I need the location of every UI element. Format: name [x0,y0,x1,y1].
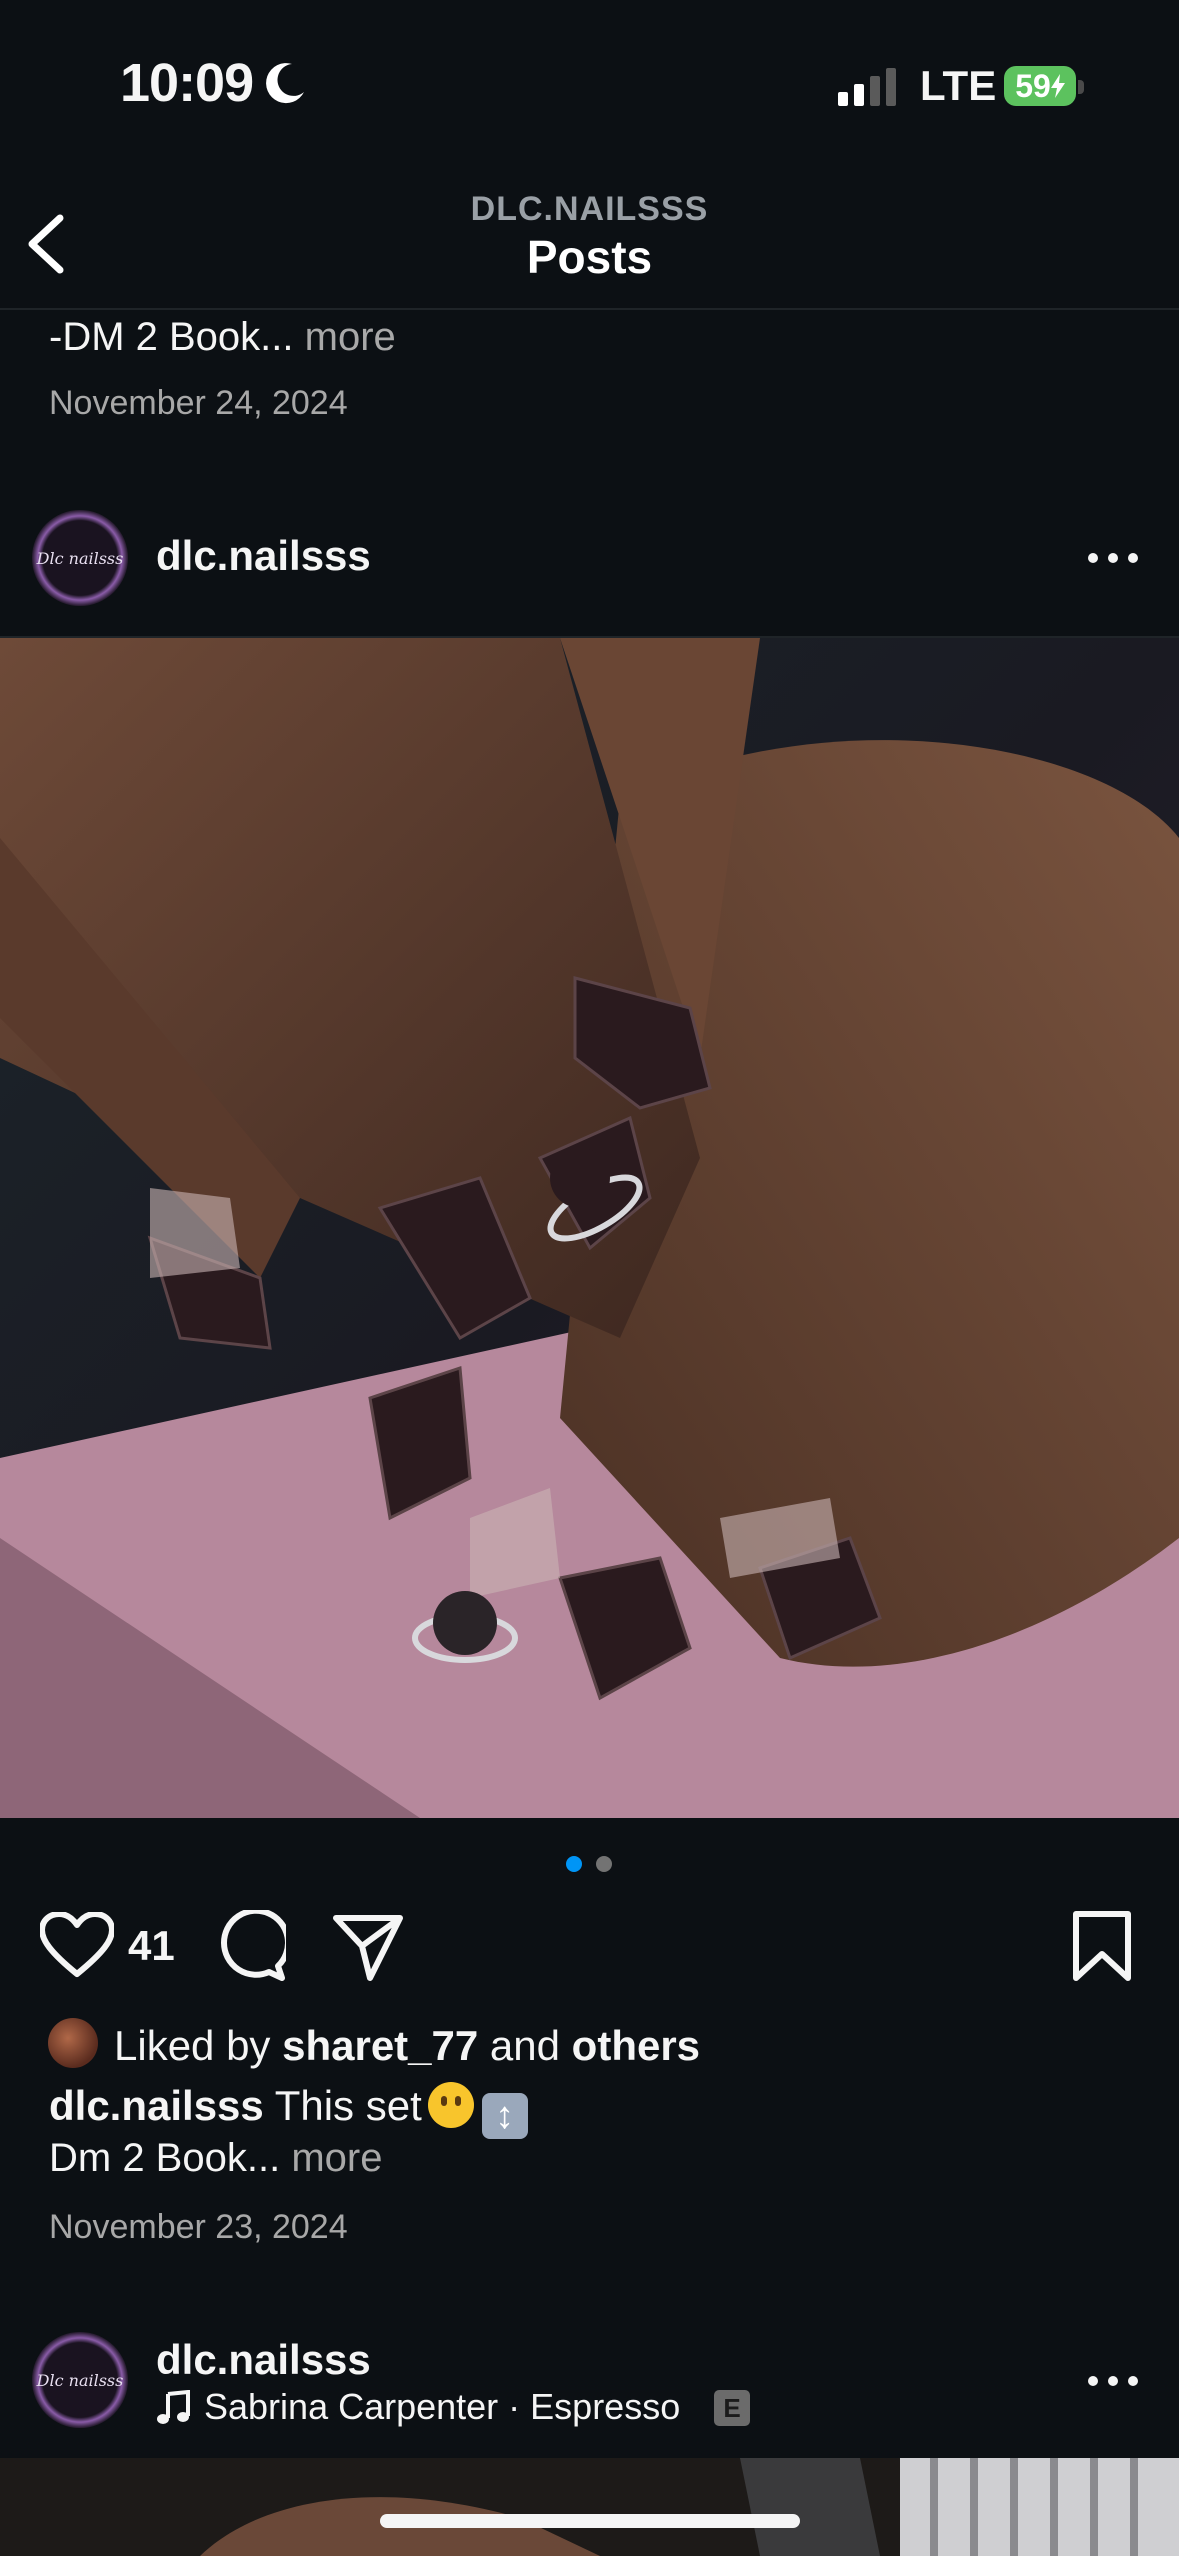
previous-caption-text: -DM 2 Book... [49,315,294,359]
home-indicator[interactable] [380,2514,800,2528]
caption-text: This set [274,2082,422,2129]
bookmark-icon[interactable] [1070,1910,1134,1982]
avatar-logo-text: Dlc nailsss [36,2370,124,2390]
liker-avatar[interactable] [48,2018,98,2068]
moon-icon [266,63,304,104]
explicit-badge: E [714,2390,750,2426]
network-type: LTE [920,62,997,109]
caption-more-link[interactable]: more [291,2136,382,2180]
avatar-logo-text: Dlc nailsss [36,548,124,568]
caption-username[interactable]: dlc.nailsss [49,2082,264,2129]
carousel-dot [596,1856,612,1872]
avatar[interactable]: Dlc nailsss [32,2332,128,2428]
next-post-username[interactable]: dlc.nailsss [156,2336,371,2384]
page-title: Posts [526,231,653,283]
next-post-image[interactable] [0,2458,1179,2556]
music-attribution[interactable]: Sabrina Carpenter · Espresso [204,2386,680,2428]
smiling-face-emoji [427,2082,474,2128]
carousel-dot-active [566,1856,582,1872]
battery-indicator: 59 [1004,66,1076,106]
nails-photo [0,638,1179,1818]
up-down-arrow-emoji: ↕ [481,2093,528,2139]
music-note-icon [157,2390,190,2424]
cellular-signal-icon [838,68,896,106]
like-count[interactable]: 41 [128,1922,175,1970]
liked-by-user[interactable]: sharet_77 [282,2022,478,2069]
share-paper-plane-icon[interactable] [332,1910,404,1982]
more-options-icon[interactable] [1088,2374,1138,2388]
previous-post-date: November 24, 2024 [49,384,348,422]
comment-icon[interactable] [214,1910,286,1982]
status-time: 10:09 [120,53,254,113]
charging-bolt-icon [1050,74,1065,98]
more-options-icon[interactable] [1088,551,1138,565]
caption-line2-text: Dm 2 Book... [49,2136,281,2180]
previous-post-caption: -DM 2 Book... more [49,315,396,360]
next-photo-art [0,2458,1179,2556]
post-date: November 23, 2024 [49,2208,348,2246]
avatar[interactable]: Dlc nailsss [32,510,128,606]
liked-by-others[interactable]: others [572,2022,700,2069]
liked-by-prefix: Liked by [114,2022,271,2069]
header-divider [0,308,1179,310]
post-caption: dlc.nailsss This set ↕ [49,2082,528,2139]
liked-by-text[interactable]: Liked by sharet_77 and others [114,2022,700,2070]
battery-cap [1078,80,1084,94]
previous-more-link[interactable]: more [305,315,396,359]
post-username[interactable]: dlc.nailsss [156,532,371,580]
battery-level: 59 [1015,67,1051,104]
liked-by-and: and [489,2022,560,2069]
header-username: DLC.NAILSSS [470,190,709,228]
post-image[interactable] [0,638,1179,1818]
post-caption-line2: Dm 2 Book... more [49,2136,382,2181]
heart-icon[interactable] [40,1912,114,1978]
